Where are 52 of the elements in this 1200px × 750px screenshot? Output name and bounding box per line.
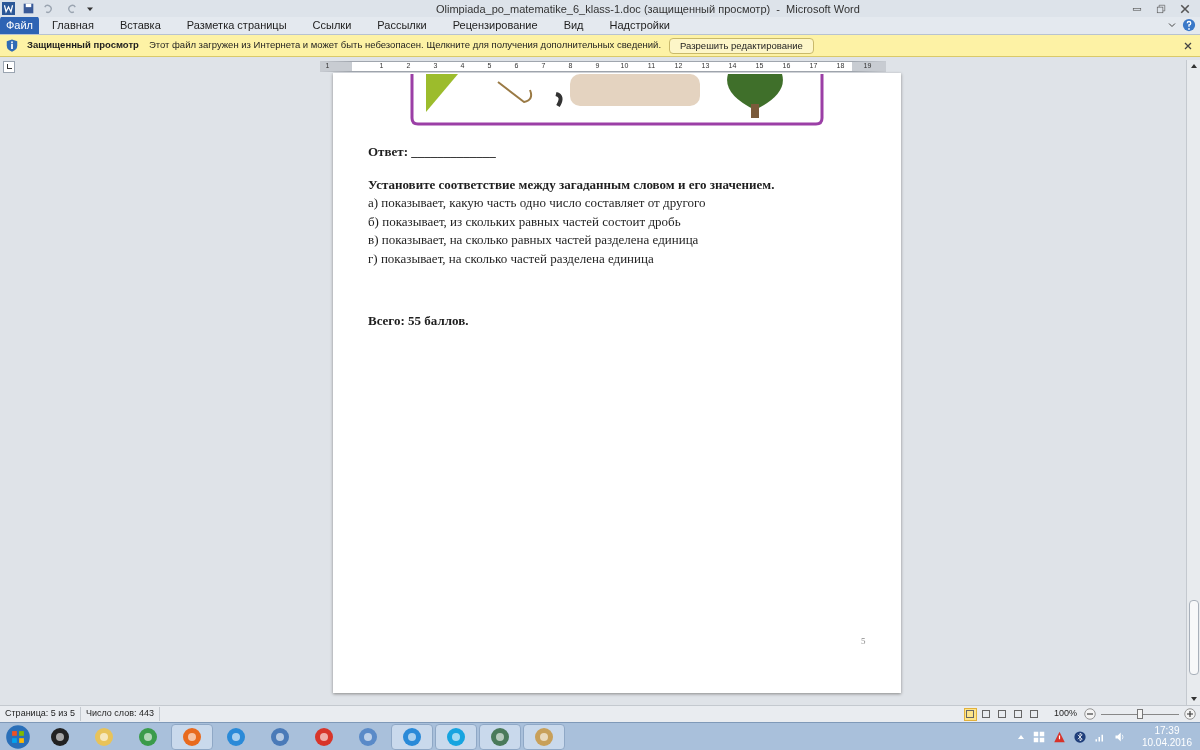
zoom-out-icon[interactable] — [1084, 708, 1096, 720]
ribbon-tab[interactable]: Главная — [39, 16, 107, 34]
total-score: Всего: 55 баллов. — [368, 313, 470, 329]
start-button-icon[interactable] — [5, 723, 31, 750]
ribbon-tab[interactable]: Ссылки — [299, 16, 365, 34]
page-number: 5 — [861, 635, 866, 648]
scroll-up-icon[interactable] — [1189, 62, 1198, 70]
warning-icon[interactable] — [1052, 730, 1066, 743]
clock-date: 10.04.2016 — [1141, 736, 1192, 749]
bluetooth-icon[interactable] — [1073, 730, 1086, 743]
close-icon[interactable] — [1184, 41, 1192, 50]
windows-flag-icon[interactable] — [1032, 730, 1045, 743]
clock-time: 17:39 — [1154, 724, 1180, 737]
view-mode-button[interactable] — [1011, 707, 1025, 721]
window-title: Olimpiada_po_matematike_6_klass-1.doc (защищенный просмотр) - Microsoft Word — [436, 2, 860, 17]
vertical-scrollbar[interactable] — [1186, 60, 1200, 705]
tab-selector-button[interactable] — [3, 60, 15, 73]
ribbon-tab[interactable]: Надстройки — [596, 16, 683, 34]
view-mode-button[interactable] — [1027, 707, 1041, 721]
task-heading: Установите соответствие между загаданным словом и его значением. — [368, 176, 775, 194]
view-mode-button[interactable] — [963, 707, 977, 721]
restore-icon[interactable] — [1156, 3, 1166, 14]
scrollbar-thumb[interactable] — [1188, 600, 1199, 675]
shield-info-icon — [5, 38, 19, 53]
save-icon[interactable] — [23, 3, 34, 14]
undo-icon[interactable] — [42, 3, 53, 14]
ribbon-tab[interactable]: Рассылки — [364, 16, 440, 34]
close-icon[interactable] — [1180, 3, 1190, 14]
ribbon-tab[interactable]: Рецензирование — [439, 16, 551, 34]
enable-editing-button[interactable]: Разрешить редактирование — [669, 37, 814, 54]
volume-icon[interactable] — [1113, 730, 1126, 743]
ribbon-tab[interactable]: Вид — [550, 16, 597, 34]
help-icon[interactable] — [1182, 18, 1196, 32]
message-bar-text: Этот файл загружен из Интернета и может быть небезопасен. Щелкните для получения дополнительных сведений. — [148, 38, 662, 53]
message-bar-title: Защищенный просмотр — [27, 38, 139, 53]
view-mode-button[interactable] — [979, 707, 993, 721]
scroll-down-icon[interactable] — [1189, 695, 1198, 703]
chevron-icon[interactable] — [1168, 21, 1176, 29]
zoom-level: 100% — [1053, 707, 1077, 721]
redo-icon[interactable] — [67, 3, 78, 14]
word-logo-icon[interactable] — [2, 2, 15, 15]
ribbon-tab[interactable]: Вставка — [106, 16, 174, 34]
definition-item: б) показывает, из скольких равных частей состоит дробь — [368, 212, 682, 231]
definition-item: в) показывает, на сколько равных частей разделена единица — [368, 231, 700, 249]
zoom-in-icon[interactable] — [1184, 708, 1196, 720]
page-count: Страница: 5 из 5 — [0, 707, 81, 721]
word-count: Число слов: 443 — [80, 707, 160, 721]
answer-line: Ответ: _____________ — [368, 144, 497, 160]
definition-item: г) показывает, на сколько частей разделена единица — [368, 249, 655, 268]
ribbon-tab[interactable]: Разметка страницы — [173, 16, 300, 34]
definition-item: а) показывает, какую часть одно число составляет от другого — [368, 194, 707, 212]
view-mode-button[interactable] — [995, 707, 1009, 721]
